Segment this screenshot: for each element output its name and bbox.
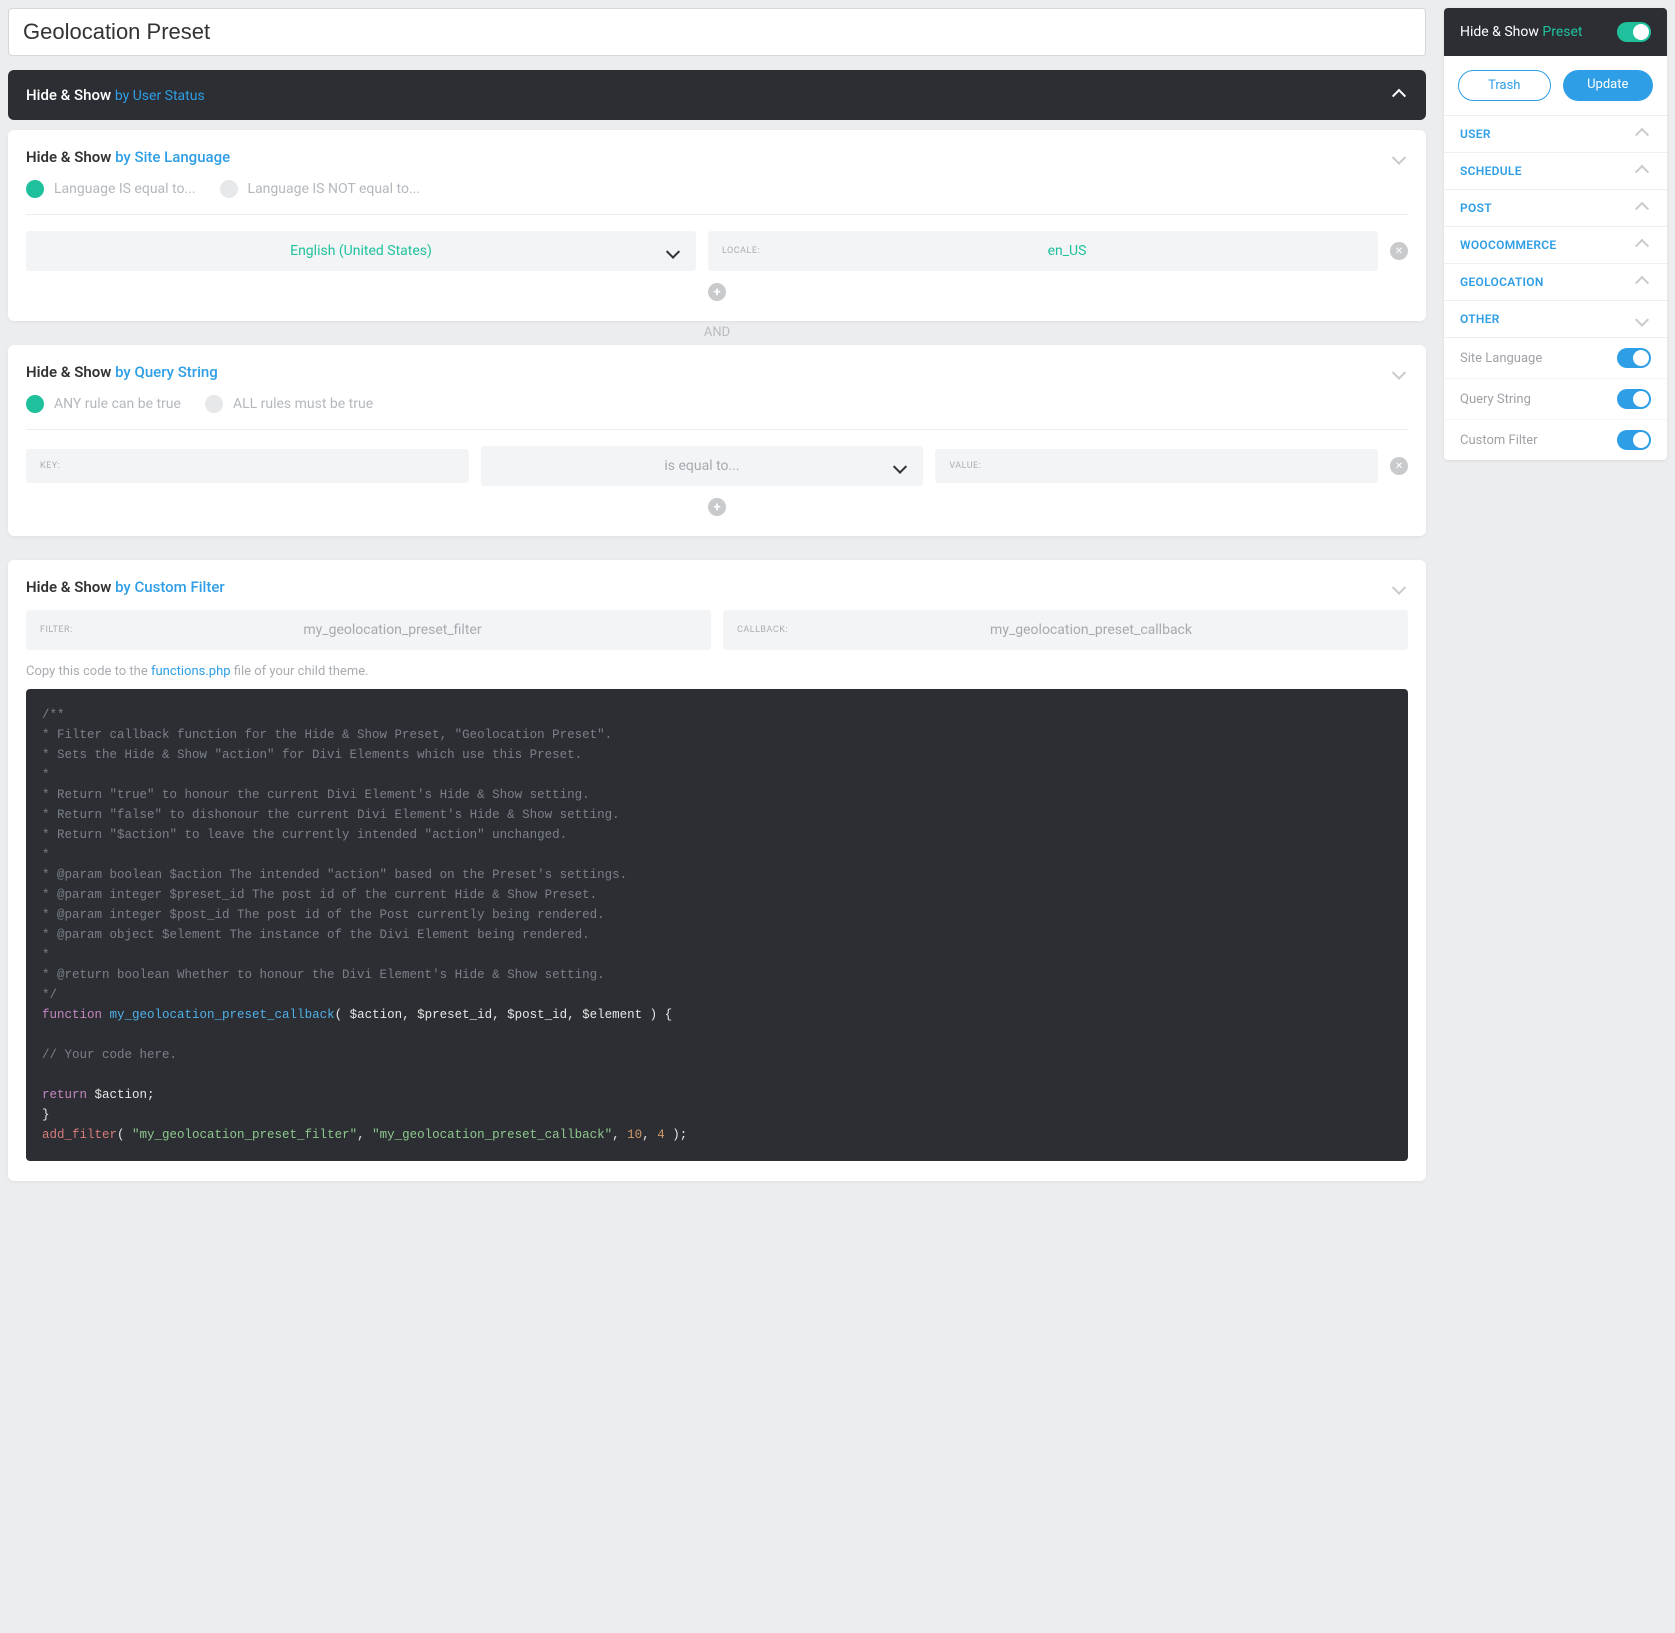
radio-dot-icon — [205, 395, 223, 413]
code-block: /** * Filter callback function for the H… — [26, 689, 1408, 1161]
chevron-up-icon — [1637, 164, 1651, 178]
add-rule-button[interactable]: + — [708, 283, 726, 301]
panel-suffix: by Query String — [115, 363, 218, 381]
panel-custom-filter: Hide & Show by Custom Filter FILTER: my_… — [8, 560, 1426, 1181]
panel-prefix: Hide & Show — [26, 86, 115, 104]
update-button[interactable]: Update — [1563, 70, 1654, 101]
accordion-post[interactable]: POST — [1444, 190, 1667, 227]
toggle-site-language[interactable] — [1617, 348, 1651, 368]
accordion-geolocation[interactable]: GEOLOCATION — [1444, 264, 1667, 301]
chevron-down-icon — [1637, 312, 1651, 326]
chevron-down-icon — [668, 244, 682, 258]
sidebar: Hide & Show Preset Trash Update USER SCH… — [1444, 8, 1667, 460]
chevron-up-icon[interactable] — [1394, 88, 1408, 102]
callback-name-input[interactable]: CALLBACK: my_geolocation_preset_callback — [723, 610, 1408, 650]
locale-field[interactable]: LOCALE: en_US — [708, 231, 1378, 271]
panel-suffix: by Custom Filter — [115, 578, 225, 596]
panel-suffix: by User Status — [115, 88, 205, 104]
language-select[interactable]: English (United States) — [26, 231, 696, 271]
chevron-down-icon[interactable] — [1394, 150, 1408, 164]
trash-button[interactable]: Trash — [1458, 70, 1551, 101]
radio-any-rule[interactable]: ANY rule can be true — [26, 395, 181, 413]
panel-suffix: by Site Language — [115, 148, 230, 166]
accordion-woocommerce[interactable]: WOOCOMMERCE — [1444, 227, 1667, 264]
chevron-down-icon[interactable] — [1394, 365, 1408, 379]
filter-name-input[interactable]: FILTER: my_geolocation_preset_filter — [26, 610, 711, 650]
sub-custom-filter: Custom Filter — [1444, 420, 1667, 460]
radio-dot-icon — [220, 180, 238, 198]
panel-user-status[interactable]: Hide & Show by User Status — [8, 70, 1426, 120]
query-value-input[interactable]: VALUE: — [935, 449, 1378, 483]
radio-language-is[interactable]: Language IS equal to... — [26, 180, 196, 198]
accordion-schedule[interactable]: SCHEDULE — [1444, 153, 1667, 190]
sidebar-header: Hide & Show Preset — [1444, 8, 1667, 56]
connector-and: AND — [8, 321, 1426, 345]
remove-rule-button[interactable]: ✕ — [1390, 457, 1408, 475]
toggle-query-string[interactable] — [1617, 389, 1651, 409]
preset-enable-toggle[interactable] — [1617, 22, 1651, 42]
accordion-other[interactable]: OTHER — [1444, 301, 1667, 338]
chevron-down-icon[interactable] — [1394, 580, 1408, 594]
panel-prefix: Hide & Show — [26, 578, 115, 596]
radio-all-rules[interactable]: ALL rules must be true — [205, 395, 373, 413]
chevron-up-icon — [1637, 238, 1651, 252]
chevron-up-icon — [1637, 127, 1651, 141]
toggle-custom-filter[interactable] — [1617, 430, 1651, 450]
add-rule-button[interactable]: + — [708, 498, 726, 516]
chevron-up-icon — [1637, 275, 1651, 289]
panel-prefix: Hide & Show — [26, 363, 115, 381]
sub-site-language: Site Language — [1444, 338, 1667, 379]
panel-prefix: Hide & Show — [26, 148, 115, 166]
chevron-up-icon — [1637, 201, 1651, 215]
radio-dot-icon — [26, 180, 44, 198]
preset-title-input[interactable] — [8, 8, 1426, 56]
connector — [8, 536, 1426, 560]
sub-query-string: Query String — [1444, 379, 1667, 420]
panel-site-language: Hide & Show by Site Language Language IS… — [8, 130, 1426, 321]
query-operator-select[interactable]: is equal to... — [481, 446, 924, 486]
accordion-user[interactable]: USER — [1444, 116, 1667, 153]
help-text: Copy this code to the functions.php file… — [26, 664, 1408, 679]
radio-language-is-not[interactable]: Language IS NOT equal to... — [220, 180, 421, 198]
main-column: Hide & Show by User Status Hide & Show b… — [8, 8, 1426, 1181]
chevron-down-icon — [895, 459, 909, 473]
panel-query-string: Hide & Show by Query String ANY rule can… — [8, 345, 1426, 536]
functions-php-link[interactable]: functions.php — [151, 664, 231, 679]
remove-rule-button[interactable]: ✕ — [1390, 242, 1408, 260]
query-key-input[interactable]: KEY: — [26, 449, 469, 483]
radio-dot-icon — [26, 395, 44, 413]
